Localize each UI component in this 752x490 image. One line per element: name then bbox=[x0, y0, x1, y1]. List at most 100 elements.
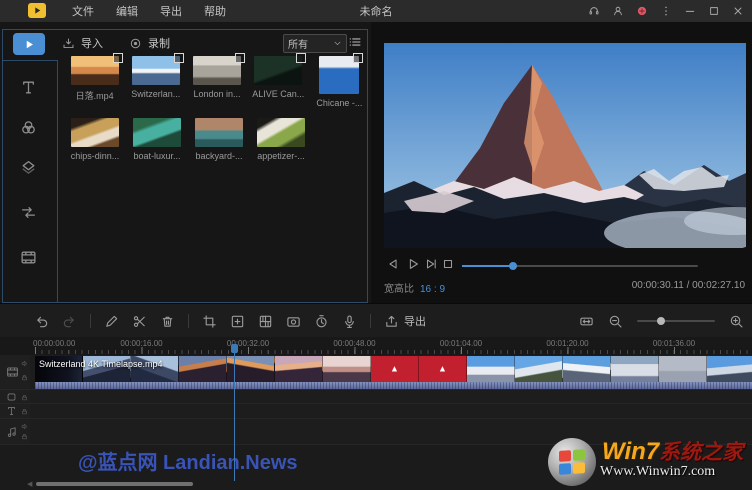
tab-media[interactable] bbox=[13, 33, 45, 55]
media-thumbnail[interactable] bbox=[257, 118, 305, 147]
timeline-clip[interactable]: Switzerland 4K Timelapse.mp4 bbox=[35, 356, 752, 389]
media-item[interactable]: ALIVE Can... bbox=[248, 56, 309, 108]
thumbnail-select-badge[interactable] bbox=[353, 53, 363, 63]
timeline-horizontal-scrollbar[interactable] bbox=[36, 482, 193, 486]
tab-elements[interactable] bbox=[0, 249, 57, 266]
scroll-left-arrow-icon[interactable]: ◀ bbox=[27, 480, 32, 488]
overlay-track-header[interactable] bbox=[0, 390, 31, 403]
menu-item-0[interactable]: 文件 bbox=[72, 3, 94, 19]
voiceover-button[interactable] bbox=[342, 314, 357, 329]
chevron-down-icon bbox=[333, 39, 342, 48]
media-thumbnail[interactable] bbox=[71, 118, 119, 147]
playhead-line[interactable] bbox=[234, 346, 235, 481]
media-thumbnail[interactable] bbox=[71, 56, 119, 85]
overlay-track-body[interactable] bbox=[30, 390, 752, 403]
media-item[interactable]: appetizer-... bbox=[250, 118, 312, 161]
play-button[interactable] bbox=[406, 257, 420, 271]
trash-button[interactable] bbox=[160, 314, 175, 329]
seek-knob[interactable] bbox=[509, 262, 517, 270]
menu-item-3[interactable]: 帮助 bbox=[204, 3, 226, 19]
total-time: 00:02:27.10 bbox=[692, 280, 745, 291]
timeline-zoom-slider[interactable] bbox=[637, 320, 715, 322]
close-icon[interactable] bbox=[732, 5, 744, 17]
scissors-button[interactable] bbox=[132, 314, 147, 329]
ruler-label: 00:01:36.00 bbox=[653, 339, 695, 348]
undo-button[interactable] bbox=[34, 314, 49, 329]
pencil-button[interactable] bbox=[104, 314, 119, 329]
video-track-header[interactable] bbox=[0, 355, 31, 389]
tab-filters[interactable] bbox=[0, 119, 57, 136]
media-thumbnail[interactable] bbox=[254, 56, 302, 85]
thumbnail-select-badge[interactable] bbox=[113, 53, 123, 63]
media-item[interactable]: boat-luxur... bbox=[126, 118, 188, 161]
more-icon[interactable] bbox=[660, 5, 672, 17]
media-item[interactable]: London in... bbox=[186, 56, 247, 108]
enlarge-button[interactable] bbox=[230, 314, 245, 329]
timeline-zoom-knob[interactable] bbox=[657, 317, 665, 325]
thumbnail-select-badge[interactable] bbox=[174, 53, 184, 63]
media-item[interactable]: Chicane -... bbox=[309, 56, 370, 108]
tab-transitions[interactable] bbox=[0, 204, 57, 221]
filmstrip-frame bbox=[179, 356, 227, 382]
media-item[interactable]: backyard-... bbox=[188, 118, 250, 161]
crop-button[interactable] bbox=[202, 314, 217, 329]
media-thumbnail[interactable] bbox=[195, 118, 243, 147]
media-filter-dropdown[interactable]: 所有 bbox=[283, 34, 347, 53]
text-track-header[interactable] bbox=[0, 404, 31, 418]
thumbnail-select-badge[interactable] bbox=[235, 53, 245, 63]
prev-frame-button[interactable] bbox=[386, 257, 400, 271]
ruler-label: 00:00:48.00 bbox=[333, 339, 375, 348]
timeline-ruler[interactable]: 00:00:00.0000:00:16.0000:00:32.0000:00:4… bbox=[0, 337, 752, 355]
seek-slider[interactable] bbox=[462, 265, 698, 267]
flag-pane-yellow bbox=[573, 462, 585, 474]
media-item[interactable]: Switzerlan... bbox=[125, 56, 186, 108]
media-item-label: boat-luxur... bbox=[133, 151, 180, 161]
mute-track-icon[interactable] bbox=[21, 423, 28, 430]
thumbnail-select-badge[interactable] bbox=[296, 53, 306, 63]
menu-item-2[interactable]: 导出 bbox=[160, 3, 182, 19]
media-thumbnail[interactable] bbox=[133, 118, 181, 147]
text-track-body[interactable] bbox=[30, 404, 752, 418]
playback-controls bbox=[371, 254, 752, 276]
stop-button[interactable] bbox=[441, 257, 455, 271]
gift-icon[interactable] bbox=[636, 5, 648, 17]
mosaic-button[interactable] bbox=[258, 314, 273, 329]
import-button[interactable]: 导入 bbox=[62, 35, 103, 51]
duration-button[interactable] bbox=[314, 314, 329, 329]
media-thumbnail[interactable] bbox=[132, 56, 180, 85]
overlay-track bbox=[0, 390, 752, 404]
maximize-icon[interactable] bbox=[708, 5, 720, 17]
lock-track-icon[interactable] bbox=[21, 408, 28, 415]
media-item[interactable]: chips-dinn... bbox=[64, 118, 126, 161]
tab-overlays[interactable] bbox=[0, 159, 57, 176]
export-button[interactable]: 导出 bbox=[384, 313, 426, 329]
user-icon[interactable] bbox=[612, 5, 624, 17]
media-row-1: chips-dinn... boat-luxur... backyard-...ap… bbox=[64, 118, 370, 161]
toolbar-left: 导出 bbox=[34, 304, 426, 338]
record-button[interactable]: 录制 bbox=[129, 35, 170, 51]
titlebar-icons bbox=[588, 0, 744, 22]
mute-track-icon[interactable] bbox=[21, 360, 28, 367]
media-thumbnail[interactable] bbox=[193, 56, 241, 85]
support-icon[interactable] bbox=[588, 5, 600, 17]
zoom-out-icon[interactable] bbox=[608, 314, 623, 329]
video-track-body[interactable]: Switzerland 4K Timelapse.mp4 bbox=[30, 355, 752, 389]
tab-text[interactable] bbox=[0, 79, 57, 96]
next-frame-button[interactable] bbox=[424, 257, 438, 271]
lock-track-icon[interactable] bbox=[21, 394, 28, 401]
aspect-value[interactable]: 16 : 9 bbox=[420, 284, 445, 295]
export-label: 导出 bbox=[404, 313, 426, 329]
minimize-icon[interactable] bbox=[684, 5, 696, 17]
freeze-frame-button[interactable] bbox=[286, 314, 301, 329]
media-thumbnail[interactable] bbox=[319, 56, 359, 94]
lock-track-icon[interactable] bbox=[21, 433, 28, 440]
music-track-header[interactable] bbox=[0, 419, 31, 444]
lock-track-icon[interactable] bbox=[21, 374, 28, 381]
menu-item-1[interactable]: 编辑 bbox=[116, 3, 138, 19]
list-view-icon[interactable] bbox=[348, 35, 362, 49]
app-logo-icon[interactable] bbox=[28, 3, 46, 18]
fit-timeline-icon[interactable] bbox=[579, 314, 594, 329]
zoom-in-icon[interactable] bbox=[729, 314, 744, 329]
media-item[interactable]: 日落.mp4 bbox=[64, 56, 125, 108]
video-preview[interactable] bbox=[384, 43, 746, 248]
